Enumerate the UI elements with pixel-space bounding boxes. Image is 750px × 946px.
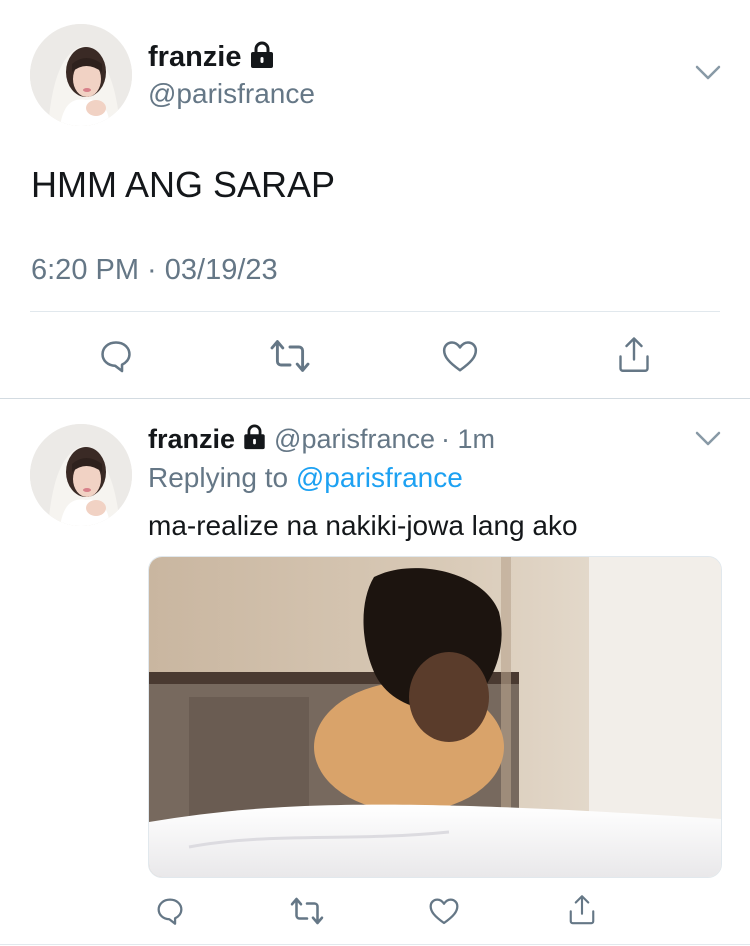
like-icon[interactable] [438, 336, 482, 376]
main-name-row: franzie [148, 40, 274, 74]
share-icon[interactable] [612, 334, 656, 376]
chevron-down-icon[interactable] [694, 64, 722, 87]
media-image [149, 557, 721, 877]
main-timestamp[interactable]: 6:20 PM · 03/19/23 [31, 254, 278, 287]
reply-header-row: franzie @parisfrance · 1m [148, 422, 495, 456]
retweet-icon[interactable] [286, 892, 328, 930]
reply-display-name[interactable]: franzie [148, 424, 235, 455]
replying-to-link[interactable]: @parisfrance [296, 462, 463, 493]
reply-tweet-text: ma-realize na nakiki-jowa lang ako [148, 510, 578, 541]
main-divider [30, 311, 720, 312]
replying-to-line: Replying to @parisfrance [148, 462, 463, 494]
reply-avatar[interactable] [30, 424, 132, 526]
section-divider [0, 398, 750, 399]
avatar-photo [30, 424, 132, 526]
share-icon[interactable] [562, 890, 602, 930]
replying-to-label: Replying to [148, 462, 289, 493]
avatar-photo [30, 24, 132, 126]
bottom-divider [0, 944, 750, 945]
reply-icon[interactable] [94, 336, 138, 376]
reply-time: · 1m [441, 423, 496, 454]
main-avatar[interactable] [30, 24, 132, 126]
lock-icon [243, 424, 266, 455]
lock-icon [250, 41, 274, 74]
photo-media[interactable] [148, 556, 722, 878]
main-tweet-text: HMM ANG SARAP [31, 164, 336, 205]
main-handle[interactable]: @parisfrance [148, 78, 315, 110]
chevron-down-icon[interactable] [694, 430, 722, 453]
retweet-icon[interactable] [266, 336, 314, 376]
reply-icon[interactable] [150, 892, 190, 930]
like-icon[interactable] [424, 892, 464, 930]
main-display-name[interactable]: franzie [148, 41, 241, 74]
reply-handle[interactable]: @parisfrance [274, 424, 435, 455]
